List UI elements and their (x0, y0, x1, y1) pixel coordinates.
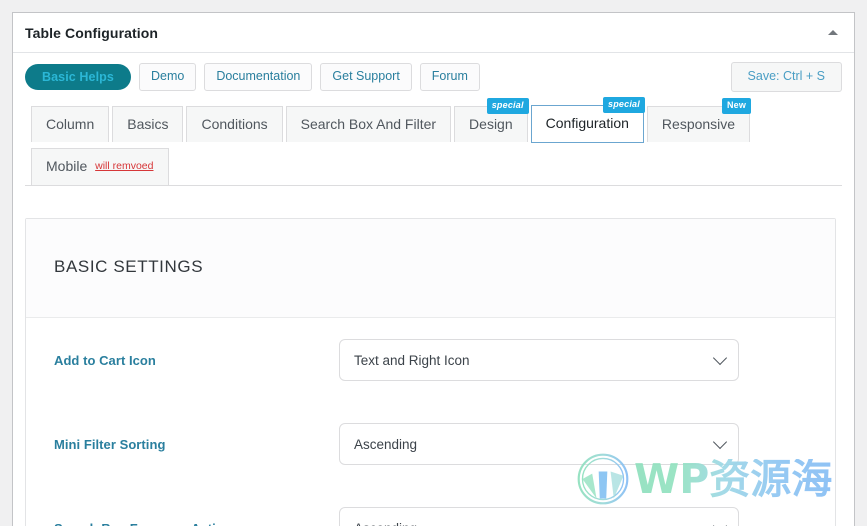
mini-filter-sorting-select-wrap: Ascending (339, 423, 739, 466)
tab-responsive[interactable]: New Responsive (646, 97, 752, 143)
tab-search-box-and-filter[interactable]: Search Box And Filter (285, 105, 452, 143)
documentation-button[interactable]: Documentation (204, 63, 313, 91)
tab-removal-note: will remvoed (95, 160, 154, 173)
tab-list: Column Basics Conditions Search Box And … (25, 96, 842, 187)
tab-label: Conditions (201, 115, 268, 132)
basic-settings-header: BASIC SETTINGS (26, 219, 835, 319)
tab-basics[interactable]: Basics (112, 105, 184, 143)
tab-label: Design (469, 115, 513, 132)
search-box-focus-select[interactable]: Ascending (339, 507, 739, 526)
tab-label: Responsive (661, 115, 736, 132)
new-badge: New (721, 97, 752, 114)
field-row-add-to-cart-icon: Add to Cart Icon Text and Right Icon (26, 318, 835, 402)
get-support-button[interactable]: Get Support (320, 63, 412, 91)
field-label: Add to Cart Icon (54, 352, 156, 368)
caret-up-icon (828, 30, 838, 35)
search-box-focus-select-wrap: Ascending (339, 507, 739, 526)
tabs-container: Column Basics Conditions Search Box And … (13, 96, 854, 187)
add-to-cart-icon-select-wrap: Text and Right Icon (339, 339, 739, 382)
tab-design[interactable]: special Design (454, 97, 529, 143)
tab-conditions[interactable]: Conditions (186, 105, 283, 143)
tab-label: Configuration (545, 114, 629, 131)
help-links-row: Basic Helps Demo Documentation Get Suppo… (13, 53, 854, 99)
collapse-panel-button[interactable] (812, 13, 854, 52)
table-configuration-panel: Table Configuration Basic Helps Demo Doc… (12, 12, 855, 526)
panel-header: Table Configuration (13, 13, 854, 53)
tab-label: Basics (127, 115, 169, 132)
field-label: Mini Filter Sorting (54, 436, 166, 452)
tab-label: Column (46, 115, 95, 132)
field-row-search-box-focus-on-action: Search Box Focus on Action Ascending (26, 486, 835, 526)
section-title: BASIC SETTINGS (54, 257, 204, 277)
mini-filter-sorting-select[interactable]: Ascending (339, 423, 739, 466)
screen-root: Table Configuration Basic Helps Demo Doc… (0, 0, 867, 526)
tab-column[interactable]: Column (31, 105, 110, 143)
special-badge: special (603, 96, 645, 113)
save-button[interactable]: Save: Ctrl + S (730, 62, 842, 92)
forum-button[interactable]: Forum (419, 63, 480, 91)
basic-helps-button[interactable]: Basic Helps (25, 63, 131, 90)
demo-button[interactable]: Demo (138, 63, 197, 91)
basic-settings-card: BASIC SETTINGS Add to Cart Icon Text and… (25, 218, 836, 526)
field-label: Search Box Focus on Action (54, 521, 339, 526)
tab-mobile[interactable]: Mobile will remvoed (31, 148, 169, 186)
add-to-cart-icon-select[interactable]: Text and Right Icon (339, 339, 739, 382)
page-title: Table Configuration (25, 24, 159, 41)
field-row-mini-filter-sorting: Mini Filter Sorting Ascending (26, 402, 835, 486)
tab-label: Mobile (46, 158, 88, 175)
tab-configuration[interactable]: special Configuration (530, 96, 645, 144)
tab-label: Search Box And Filter (300, 115, 437, 132)
special-badge: special (486, 97, 529, 114)
